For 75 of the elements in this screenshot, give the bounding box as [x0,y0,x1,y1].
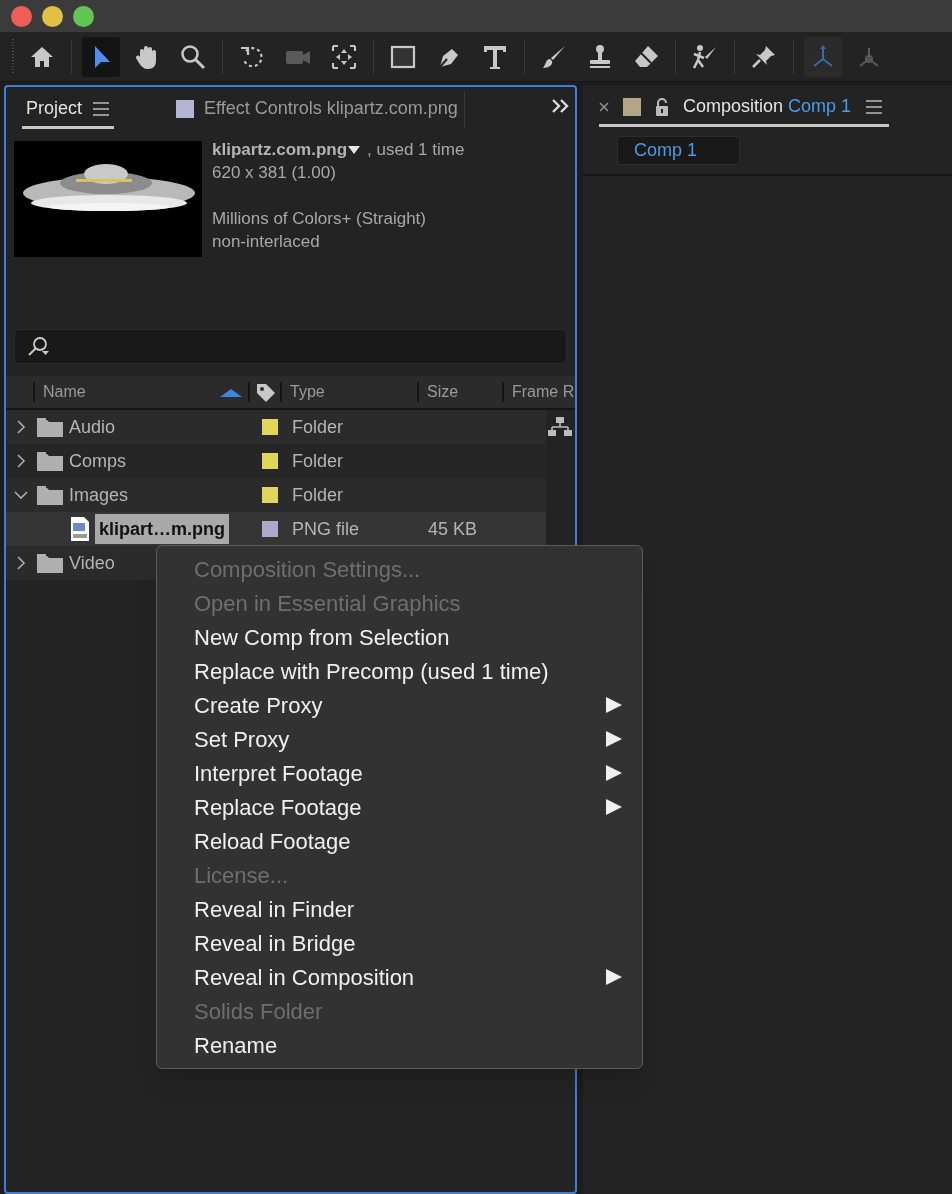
search-icon [179,42,207,71]
menu-item: Composition Settings... [193,555,422,584]
menu-item[interactable]: Rename [157,1028,642,1062]
item-name: Images [69,483,129,507]
menu-item[interactable]: Set Proxy [157,722,642,756]
label-color-swatch[interactable] [262,487,278,503]
window-zoom-button[interactable] [73,5,94,27]
label-color-swatch[interactable] [262,453,278,469]
menu-item[interactable]: Replace with Precomp (used 1 time) [157,654,642,688]
size-cell: 45 KB [428,518,478,539]
menu-item[interactable]: Interpret Footage [157,756,642,790]
list-row[interactable]: klipart…m.png PNG file 45 KB [6,512,546,546]
menu-icon[interactable] [92,99,111,118]
menu-item: Solids Folder [193,997,324,1026]
list-row[interactable]: Images Folder [6,478,546,512]
menu-item[interactable]: Reload Footage [157,824,642,858]
item-name: Audio [69,415,116,439]
submenu-arrow-icon [606,697,622,713]
label-color-swatch[interactable] [262,419,278,435]
folder-icon [37,553,63,573]
menu-item[interactable]: New Comp from Selection [157,620,642,654]
menu-item[interactable]: Reveal in Composition [157,960,642,994]
flowchart-icon[interactable] [548,416,572,437]
unlocked-icon[interactable] [655,97,669,116]
dropdown-caret-icon[interactable] [347,143,362,156]
panel-tab[interactable]: Project [22,91,115,129]
menu-icon[interactable] [865,97,884,116]
submenu-arrow-icon [606,731,622,747]
label-color-swatch[interactable] [262,521,278,537]
menu-item: License... [193,861,290,890]
column-header[interactable]: Size [427,383,459,400]
menu-item[interactable]: Replace Footage [157,790,642,824]
panel-tab[interactable]: Effect Controls klipartz.com.png [172,91,465,129]
type-cell: PNG file [292,518,360,539]
collapse-icon[interactable] [13,488,28,502]
type-cell: Folder [292,450,344,471]
puppet-pin-icon [691,42,719,71]
pan-behind-icon [330,42,358,71]
file-name: klipartz.com.png [212,139,348,161]
tool-button[interactable] [82,36,120,77]
composition-tab[interactable]: Composition Comp 1 [599,89,890,127]
column-header[interactable]: Name [43,380,86,404]
menu-item[interactable]: Reveal in Finder [157,892,642,926]
interlace-text: non-interlaced [212,231,321,253]
comp-tab[interactable]: Comp 1 [617,136,740,165]
search-field[interactable] [14,329,567,364]
menu-item[interactable]: Reveal in Bridge [157,926,642,960]
overflow-icon[interactable] [551,97,569,115]
folder-icon [37,451,63,471]
submenu-arrow-icon [606,799,622,815]
toolbar-grip-icon[interactable] [12,38,15,75]
folder-icon [37,417,63,437]
submenu-arrow-icon [606,765,622,781]
menu-item: Open in Essential Graphics [193,589,462,618]
usage-text: , used 1 time [367,139,465,161]
type-cell: Folder [292,416,344,437]
sort-ascending-icon[interactable] [220,386,242,398]
color-info-text: Millions of Colors+ (Straight) [212,208,427,230]
tag-icon[interactable] [254,381,276,403]
dimensions-text: 620 x 381 (1.00) [212,162,337,184]
png-file-icon [71,517,89,541]
menu-item[interactable]: Create Proxy [157,688,642,722]
submenu-arrow-icon [606,969,622,985]
item-name: Video [69,551,115,575]
item-name: Comps [69,449,126,473]
list-row[interactable]: Audio Folder [6,410,546,444]
search-icon[interactable] [27,336,50,357]
folder-icon [37,485,63,505]
close-icon[interactable] [599,101,609,112]
window-minimize-button[interactable] [42,5,63,27]
window-close-button[interactable] [11,5,32,27]
column-header[interactable]: Type [290,383,325,400]
item-name: klipart…m.png [95,514,229,544]
column-header[interactable]: Frame R [512,383,575,400]
type-cell: Folder [292,484,344,505]
